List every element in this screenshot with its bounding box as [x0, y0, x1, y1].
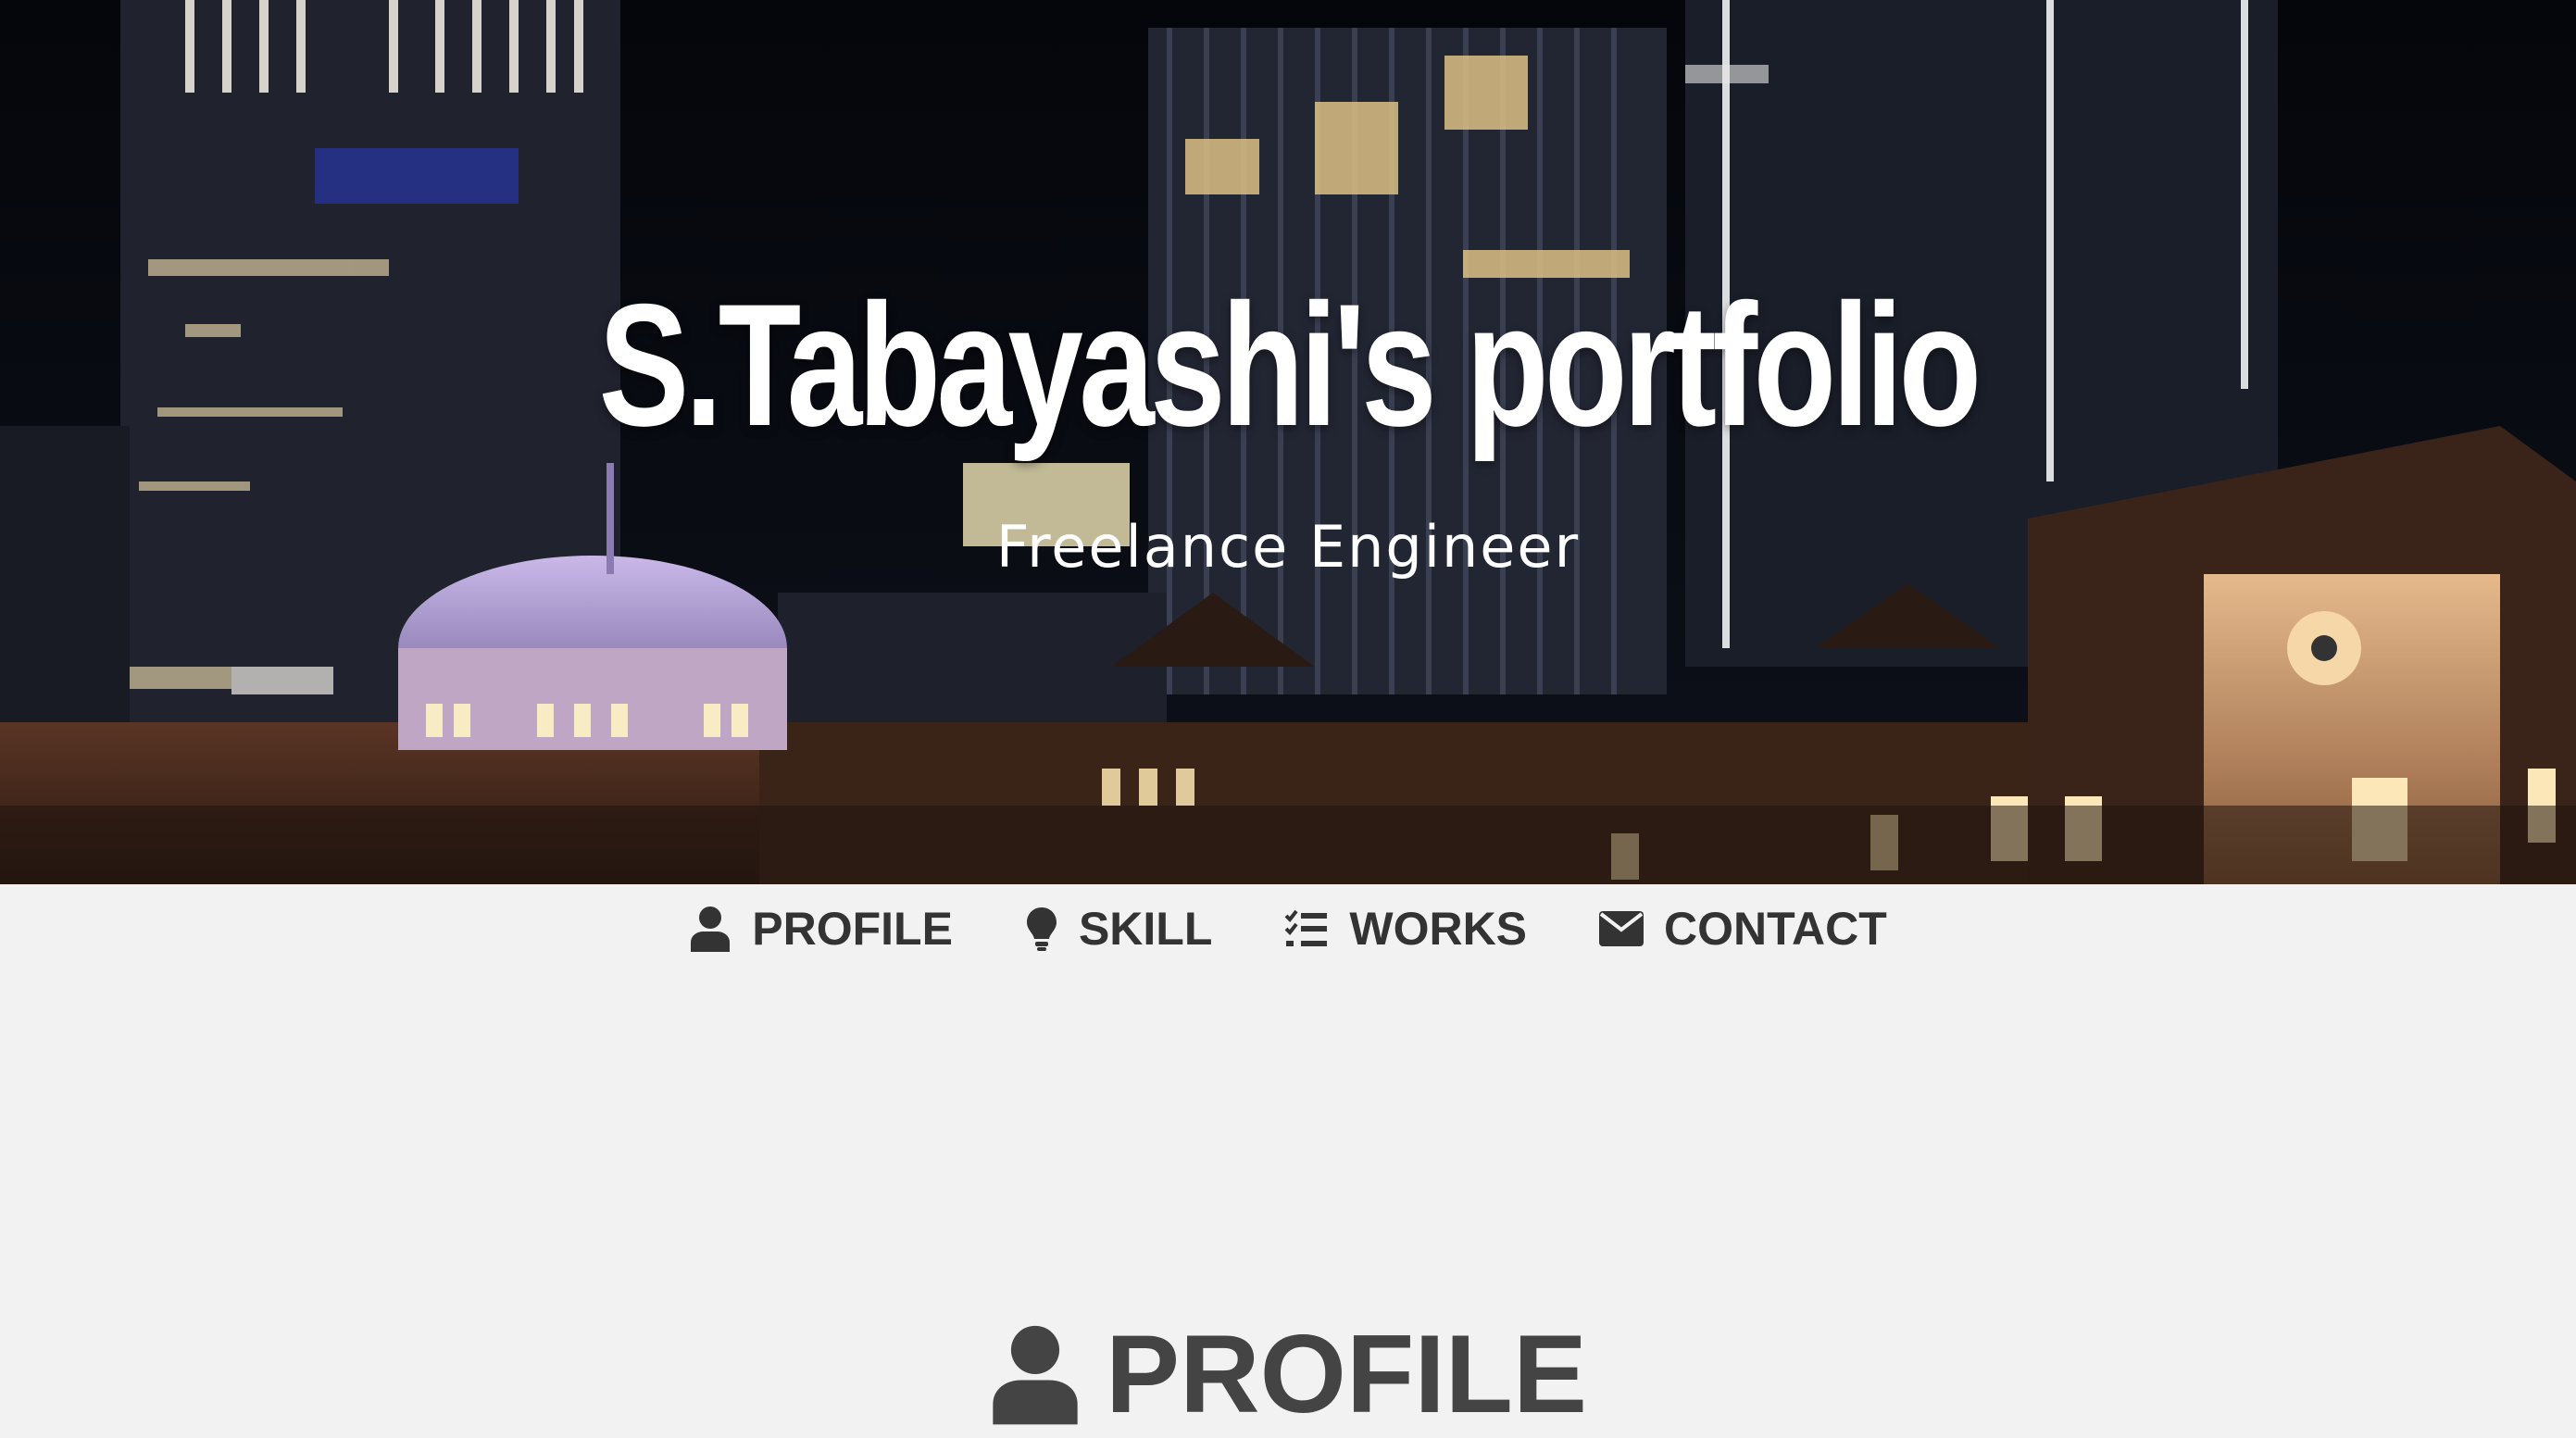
- lightbulb-icon: [1026, 907, 1057, 951]
- list-check-icon: [1284, 909, 1328, 946]
- nav-item-contact[interactable]: CONTACT: [1599, 902, 1887, 956]
- hero-subtitle: Freelance Engineer: [995, 513, 1581, 581]
- hero-banner: S.Tabayashi's portfolio Freelance Engine…: [0, 0, 2576, 884]
- section-title-label: PROFILE: [1105, 1311, 1588, 1436]
- nav-item-label: WORKS: [1349, 902, 1528, 955]
- nav-item-skill[interactable]: SKILL: [1025, 902, 1212, 956]
- user-icon: [691, 906, 731, 952]
- nav-item-label: PROFILE: [752, 902, 953, 955]
- nav-item-label: SKILL: [1078, 902, 1213, 955]
- main-nav: PROFILE SKILL WORKS CONTACT: [0, 884, 2576, 972]
- nav-item-works[interactable]: WORKS: [1284, 902, 1527, 956]
- user-icon: [993, 1325, 1078, 1424]
- section-title-profile: PROFILE: [0, 1310, 2576, 1438]
- envelope-icon: [1599, 910, 1644, 946]
- hero-title: S.Tabayashi's portfolio: [598, 268, 1982, 462]
- nav-item-label: CONTACT: [1664, 902, 1887, 955]
- nav-item-profile[interactable]: PROFILE: [689, 902, 953, 956]
